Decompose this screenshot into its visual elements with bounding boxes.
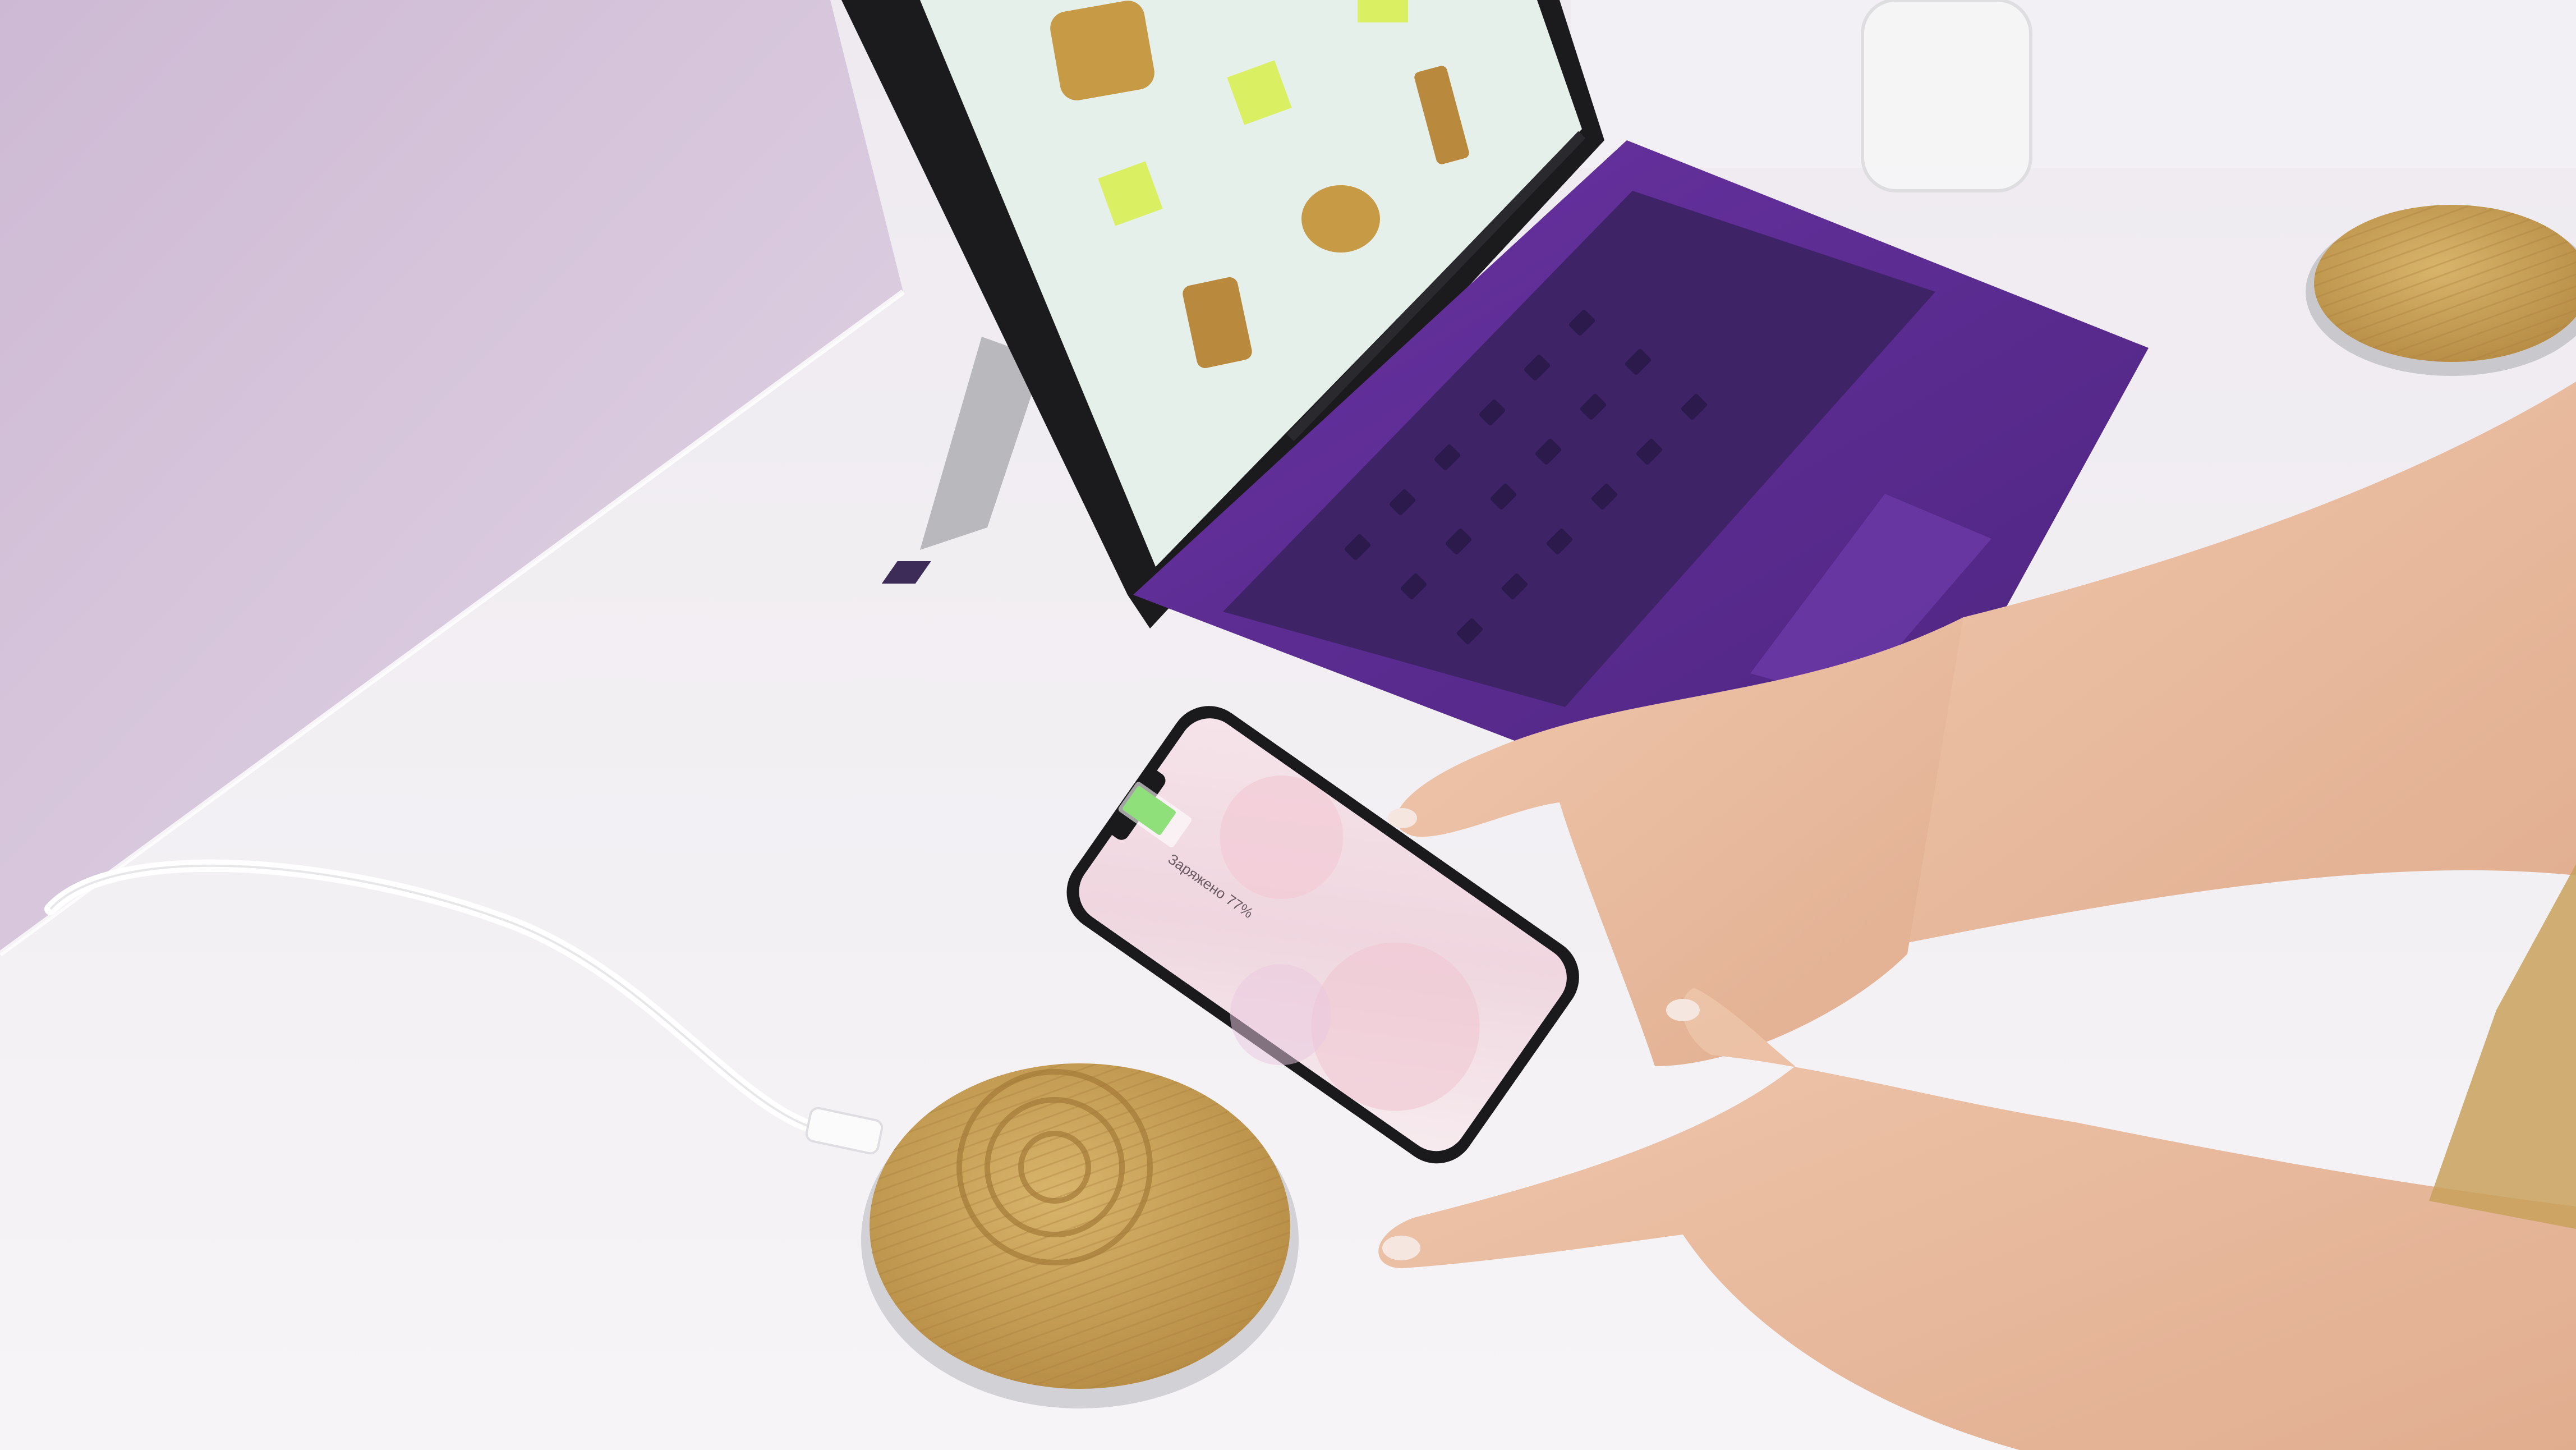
- glass-cup: [1861, 0, 2032, 192]
- photo-scene: Заряжено 77%: [0, 0, 2576, 1450]
- fingernail: [1666, 999, 1700, 1021]
- room-background: [1571, 0, 2576, 168]
- wireless-charger: [861, 1063, 1299, 1408]
- fingernail: [1382, 1236, 1420, 1260]
- fingernail: [1388, 808, 1417, 828]
